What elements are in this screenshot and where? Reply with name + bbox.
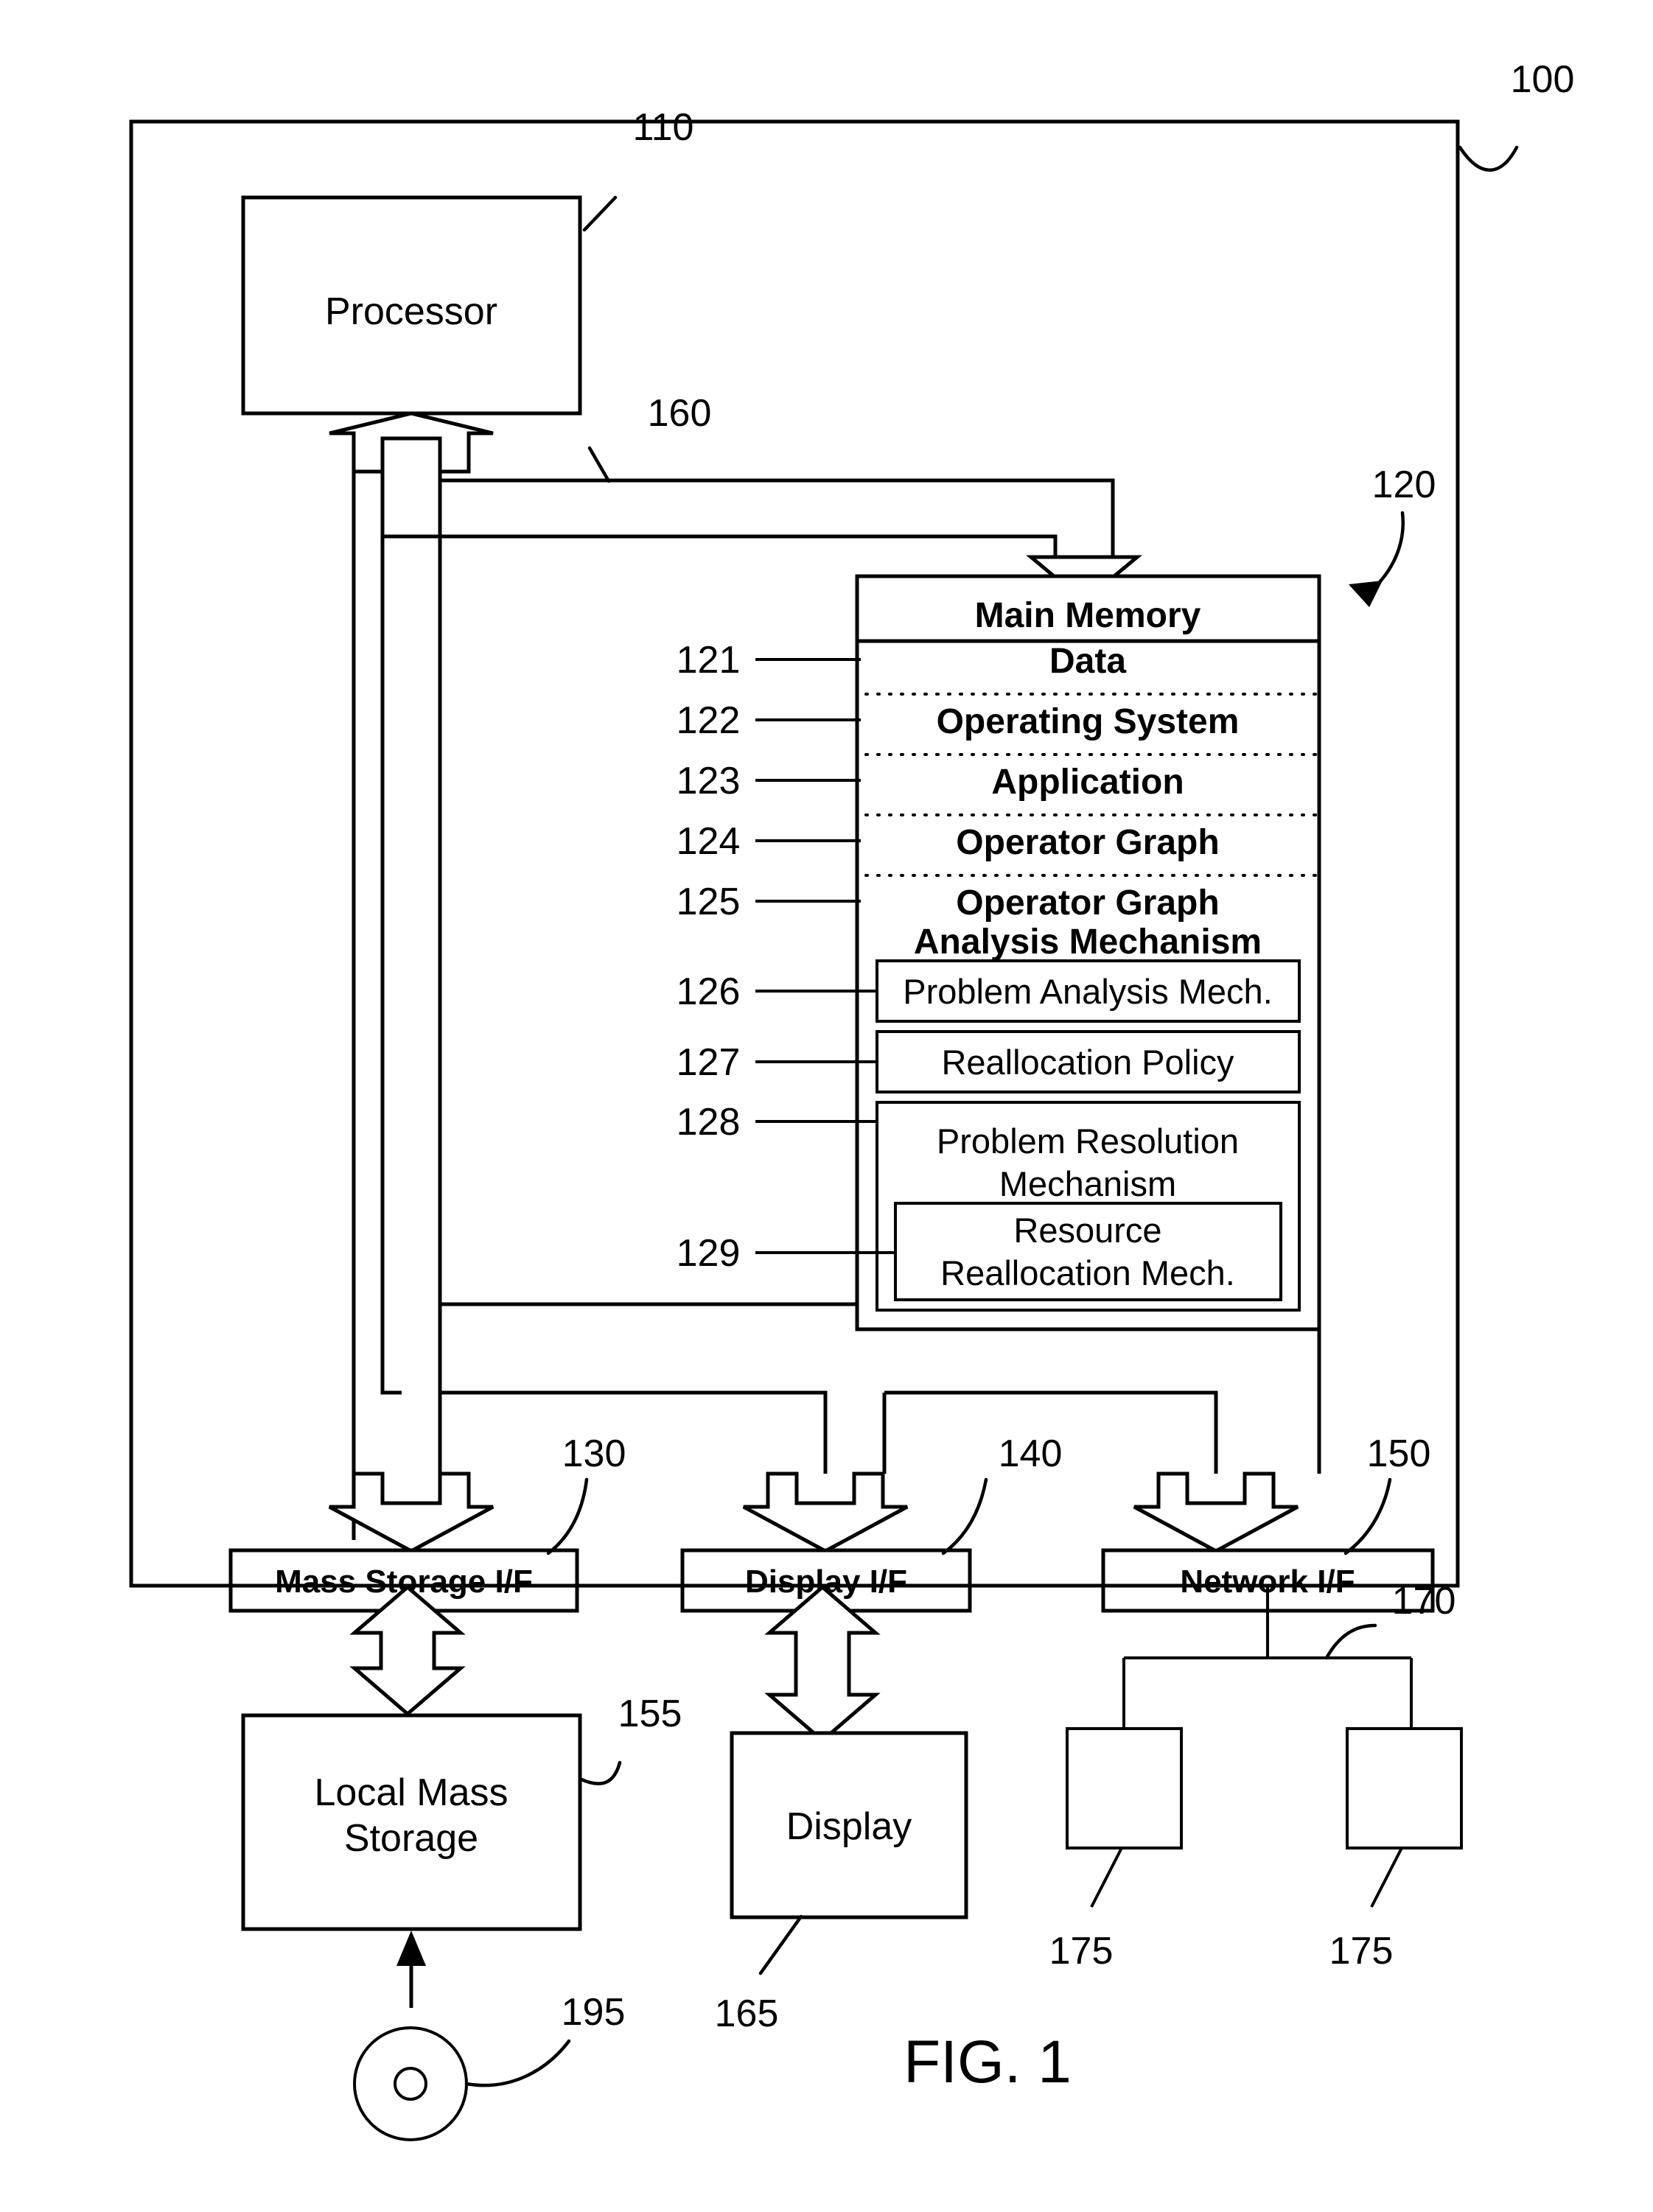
ref-120: 120 — [1372, 463, 1436, 506]
module-label-resource-reallocation-line2: Reallocation Mech. — [940, 1253, 1235, 1292]
ref-128: 128 — [677, 1101, 741, 1144]
ref-130: 130 — [562, 1432, 626, 1475]
ref-122: 122 — [677, 699, 741, 742]
ref-100: 100 — [1511, 58, 1575, 101]
module-label-resource-reallocation-line1: Resource — [1013, 1211, 1161, 1250]
ref-140: 140 — [999, 1432, 1063, 1475]
network-node-left — [1066, 1727, 1183, 1849]
module-label-problem-resolution-line1: Problem Resolution — [937, 1121, 1239, 1161]
leader-line-175-left — [1090, 1847, 1123, 1908]
ref-121: 121 — [677, 639, 741, 682]
leader-line-165 — [758, 1914, 803, 1975]
patent-figure-svg: 100 Processor 110 160 Main Memory 120 Da… — [129, 58, 1575, 2141]
ref-165: 165 — [715, 1992, 779, 2035]
ref-160: 160 — [648, 392, 712, 435]
ref-170: 170 — [1392, 1580, 1456, 1623]
main-memory-title: Main Memory — [975, 596, 1201, 635]
ref-155: 155 — [618, 1693, 682, 1735]
ref-150: 150 — [1367, 1432, 1431, 1475]
figure-1-container: 100 Processor 110 160 Main Memory 120 Da… — [0, 0, 1653, 2212]
memory-segment-application: Application — [991, 763, 1184, 802]
leader-line-170 — [1324, 1623, 1377, 1660]
ref-126: 126 — [677, 970, 741, 1013]
local-mass-storage-label-line2: Storage — [344, 1817, 478, 1860]
memory-segment-os: Operating System — [937, 702, 1240, 741]
ref-123: 123 — [677, 760, 741, 802]
ref-195: 195 — [562, 1991, 626, 2034]
module-label-problem-resolution-line2: Mechanism — [999, 1164, 1176, 1203]
leader-line-100 — [1458, 145, 1519, 172]
ref-129: 129 — [677, 1232, 741, 1275]
optical-disc-hub-icon — [394, 2067, 427, 2101]
processor-label: Processor — [325, 290, 497, 333]
network-node-right — [1346, 1727, 1463, 1849]
ref-175-right: 175 — [1329, 1930, 1394, 1973]
memory-segment-operator-graph: Operator Graph — [956, 823, 1219, 862]
ref-124: 124 — [677, 820, 741, 863]
leader-line-155 — [579, 1760, 622, 1785]
memory-segment-data: Data — [1049, 642, 1126, 681]
figure-caption: FIG. 1 — [904, 2029, 1072, 2096]
ref-110: 110 — [633, 106, 694, 149]
ref-175-left: 175 — [1049, 1930, 1114, 1973]
ref-125: 125 — [677, 881, 741, 923]
module-label-reallocation-policy: Reallocation Policy — [941, 1043, 1234, 1082]
memory-segment-ogam-line2: Analysis Mechanism — [914, 923, 1262, 962]
module-label-problem-analysis: Problem Analysis Mech. — [903, 972, 1273, 1011]
memory-segment-ogam-line1: Operator Graph — [956, 883, 1219, 923]
display-device-label: Display — [786, 1805, 912, 1848]
ref-127: 127 — [677, 1041, 741, 1084]
media-insert-arrowhead — [396, 1931, 426, 1966]
local-mass-storage-label-line1: Local Mass — [315, 1771, 509, 1814]
leader-line-175-right — [1370, 1847, 1403, 1908]
leader-line-195 — [464, 2039, 571, 2087]
